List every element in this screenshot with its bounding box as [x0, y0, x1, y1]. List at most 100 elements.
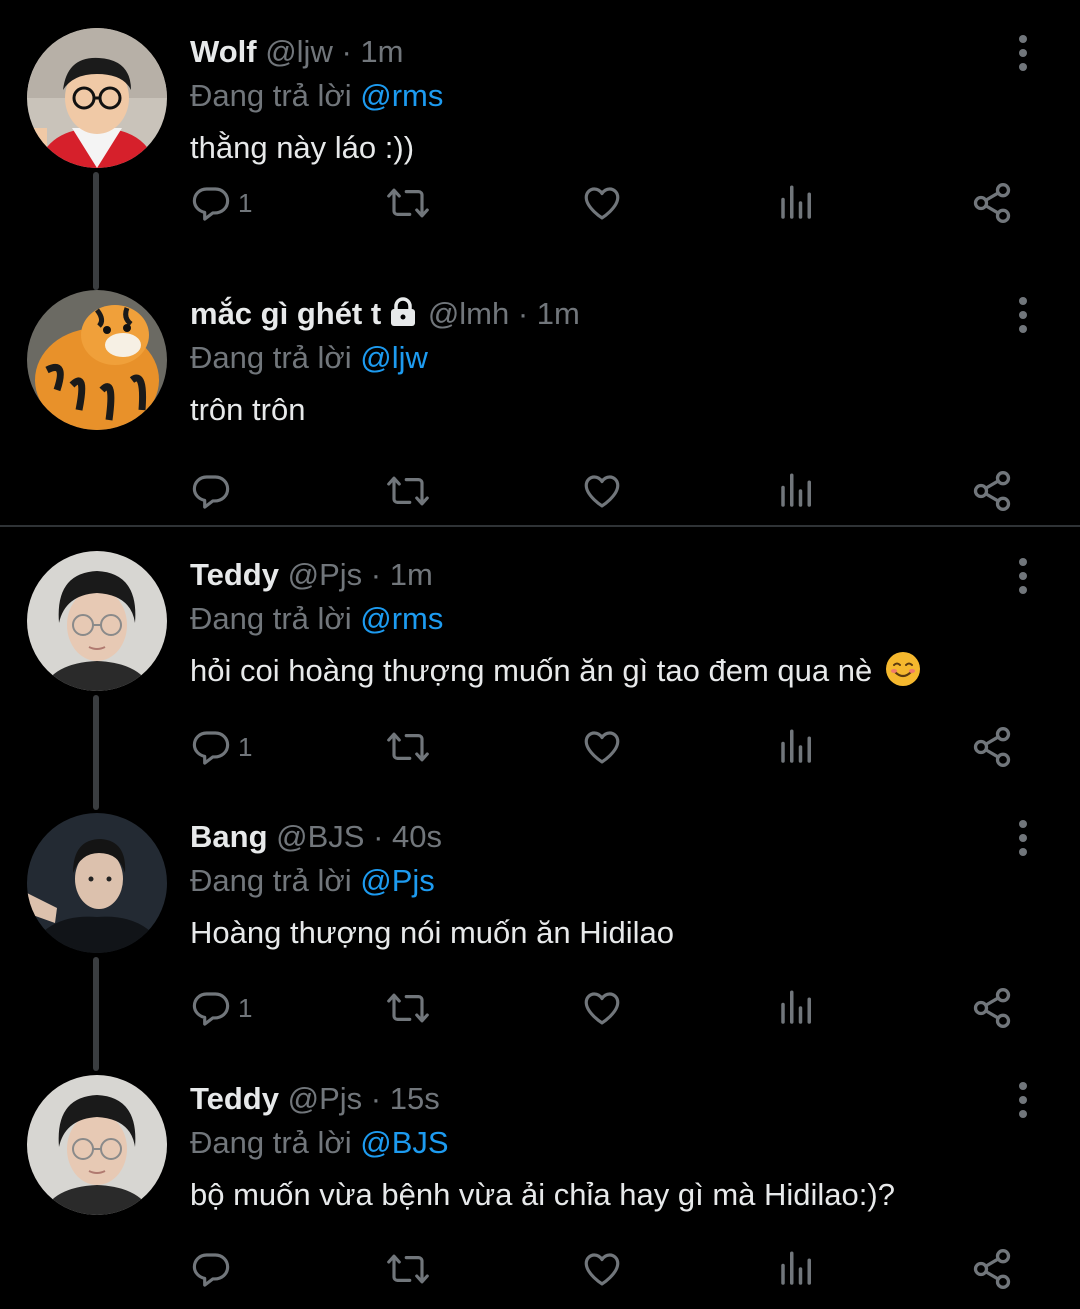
views-icon — [781, 185, 811, 219]
reply-icon — [192, 731, 230, 765]
reply-icon — [192, 1253, 230, 1287]
timestamp[interactable]: · 1m — [341, 34, 403, 69]
views-button[interactable] — [776, 175, 818, 231]
share-button[interactable] — [970, 980, 1014, 1036]
timestamp[interactable]: · 1m — [518, 296, 580, 331]
mention-link[interactable]: @rms — [360, 601, 443, 636]
share-button[interactable] — [970, 719, 1014, 775]
smiling-face-icon — [885, 651, 921, 687]
views-button[interactable] — [776, 1241, 818, 1297]
share-button[interactable] — [970, 1241, 1014, 1297]
retweet-button[interactable] — [385, 719, 431, 775]
more-options-icon[interactable] — [1007, 819, 1039, 857]
views-button[interactable] — [776, 980, 818, 1036]
display-name[interactable]: Wolf — [190, 34, 257, 69]
more-options-icon[interactable] — [1007, 34, 1039, 72]
timeline: Wolf @ljw · 1m Đang trả lời @rms thằng n… — [0, 0, 1080, 1309]
tweet-text: thằng này láo :)) — [190, 130, 415, 165]
tweet-text: Hoàng thượng nói muốn ăn Hidilao — [190, 915, 674, 950]
share-icon — [973, 988, 1011, 1028]
reply-button[interactable]: 1 — [190, 175, 252, 231]
heart-icon — [584, 187, 620, 220]
reply-context: Đang trả lời @ljw — [190, 336, 428, 380]
timestamp[interactable]: · 40s — [373, 819, 442, 854]
handle[interactable]: @Pjs — [288, 1081, 363, 1116]
retweet-icon — [387, 993, 429, 1023]
display-name[interactable]: Teddy — [190, 1081, 279, 1116]
retweet-button[interactable] — [385, 463, 431, 519]
avatar[interactable] — [27, 813, 167, 953]
like-button[interactable] — [580, 719, 624, 775]
like-button[interactable] — [580, 980, 624, 1036]
tweet[interactable]: Bang @BJS · 40s Đang trả lời @Pjs Hoàng … — [0, 785, 1080, 1071]
share-icon — [973, 1249, 1011, 1289]
more-options-icon[interactable] — [1007, 296, 1039, 334]
reply-button[interactable] — [190, 1241, 238, 1297]
retweet-button[interactable] — [385, 175, 431, 231]
like-button[interactable] — [580, 175, 624, 231]
retweet-icon — [387, 188, 429, 218]
more-options-icon[interactable] — [1007, 1081, 1039, 1119]
avatar[interactable] — [27, 551, 167, 691]
views-icon — [781, 1251, 811, 1285]
timestamp[interactable]: · 1m — [371, 557, 433, 592]
share-button[interactable] — [970, 463, 1014, 519]
tweet-text-container: hỏi coi hoàng thượng muốn ăn gì tao đem … — [190, 649, 921, 693]
views-icon — [781, 990, 811, 1024]
tweet[interactable]: Teddy @Pjs · 15s Đang trả lời @BJS bộ mu… — [0, 1047, 1080, 1309]
views-icon — [781, 473, 811, 507]
lock-icon — [389, 295, 417, 339]
avatar[interactable] — [27, 28, 167, 168]
views-button[interactable] — [776, 463, 818, 519]
action-bar — [0, 1241, 1080, 1297]
tweet[interactable]: Wolf @ljw · 1m Đang trả lời @rms thằng n… — [0, 0, 1080, 290]
display-name[interactable]: mắc gì ghét t — [190, 296, 381, 331]
reply-button[interactable]: 1 — [190, 980, 252, 1036]
mention-link[interactable]: @ljw — [360, 340, 428, 375]
reply-count: 1 — [238, 731, 253, 762]
share-icon — [973, 471, 1011, 511]
reply-prefix: Đang trả lời — [190, 340, 352, 375]
handle[interactable]: @lmh — [428, 296, 509, 331]
action-bar: 1 — [0, 175, 1080, 231]
avatar[interactable] — [27, 290, 167, 430]
handle[interactable]: @BJS — [276, 819, 364, 854]
display-name[interactable]: Teddy — [190, 557, 279, 592]
tweet-header: Teddy @Pjs · 1m — [190, 553, 433, 597]
more-options-icon[interactable] — [1007, 557, 1039, 595]
reply-prefix: Đang trả lời — [190, 601, 352, 636]
like-button[interactable] — [580, 1241, 624, 1297]
avatar[interactable] — [27, 1075, 167, 1215]
retweet-button[interactable] — [385, 1241, 431, 1297]
reply-icon — [192, 475, 230, 509]
reply-prefix: Đang trả lời — [190, 863, 352, 898]
tweet[interactable]: mắc gì ghét t @lmh · 1m Đang trả lời @lj… — [0, 262, 1080, 524]
views-icon — [781, 729, 811, 763]
mention-link[interactable]: @rms — [360, 78, 443, 113]
tweet-text: trôn trôn — [190, 392, 306, 427]
mention-link[interactable]: @BJS — [360, 1125, 448, 1160]
reply-context: Đang trả lời @rms — [190, 597, 443, 641]
share-button[interactable] — [970, 175, 1014, 231]
retweet-button[interactable] — [385, 980, 431, 1036]
handle[interactable]: @ljw — [265, 34, 333, 69]
tweet-header: Bang @BJS · 40s — [190, 815, 442, 859]
reply-button[interactable] — [190, 463, 238, 519]
tweet-header: Teddy @Pjs · 15s — [190, 1077, 440, 1121]
display-name[interactable]: Bang — [190, 819, 268, 854]
handle[interactable]: @Pjs — [288, 557, 363, 592]
tweet-header: mắc gì ghét t @lmh · 1m — [190, 292, 580, 336]
mention-link[interactable]: @Pjs — [360, 863, 435, 898]
reply-count: 1 — [238, 992, 253, 1023]
action-bar: 1 — [0, 980, 1080, 1036]
timestamp[interactable]: · 15s — [371, 1081, 440, 1116]
reply-count: 1 — [238, 187, 253, 218]
views-button[interactable] — [776, 719, 818, 775]
retweet-icon — [387, 732, 429, 762]
heart-icon — [584, 1253, 620, 1286]
reply-button[interactable]: 1 — [190, 719, 252, 775]
like-button[interactable] — [580, 463, 624, 519]
action-bar — [0, 463, 1080, 519]
tweet[interactable]: Teddy @Pjs · 1m Đang trả lời @rms hỏi co… — [0, 523, 1080, 810]
reply-icon — [192, 187, 230, 221]
